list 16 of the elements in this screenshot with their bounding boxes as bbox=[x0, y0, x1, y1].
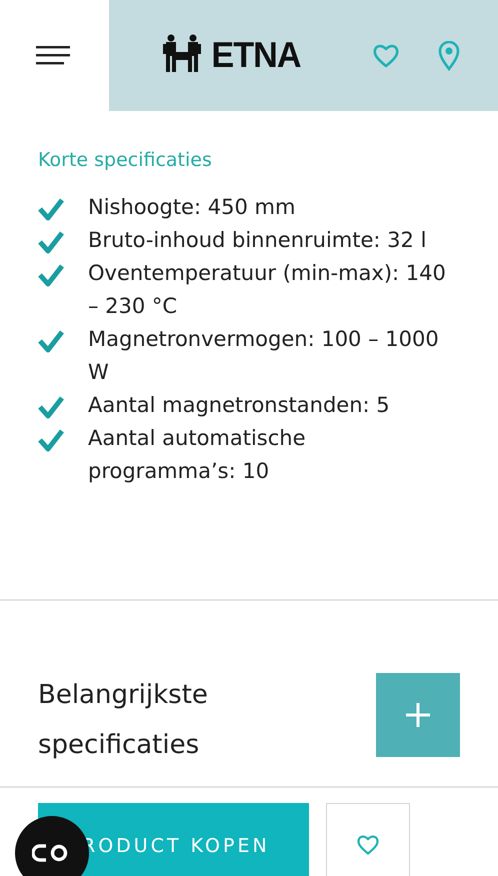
spec-text: Oventemperatuur (min-max): 140 – 230 °C bbox=[88, 260, 447, 320]
location-pin-icon[interactable] bbox=[438, 40, 460, 70]
expand-button[interactable] bbox=[376, 673, 460, 757]
spec-text: Nishoogte: 450 mm bbox=[88, 194, 296, 221]
menu-icon[interactable] bbox=[36, 46, 70, 66]
wishlist-button[interactable] bbox=[326, 803, 410, 876]
accordion-title: Belangrijkste specificaties bbox=[38, 679, 209, 762]
spec-text: Bruto-inhoud binnenruimte: 32 l bbox=[88, 227, 428, 254]
spec-text: Aantal automatische programma’s: 10 bbox=[88, 425, 307, 485]
heart-icon bbox=[356, 834, 380, 856]
spec-text: Magnetronvermogen: 100 – 1000 W bbox=[88, 326, 440, 386]
heart-icon[interactable] bbox=[372, 42, 400, 68]
plus-icon bbox=[406, 703, 430, 727]
section-title: Korte specificaties bbox=[38, 149, 213, 171]
spec-text: Aantal magnetronstanden: 5 bbox=[88, 392, 391, 419]
logo-text: ETNA bbox=[211, 38, 301, 72]
